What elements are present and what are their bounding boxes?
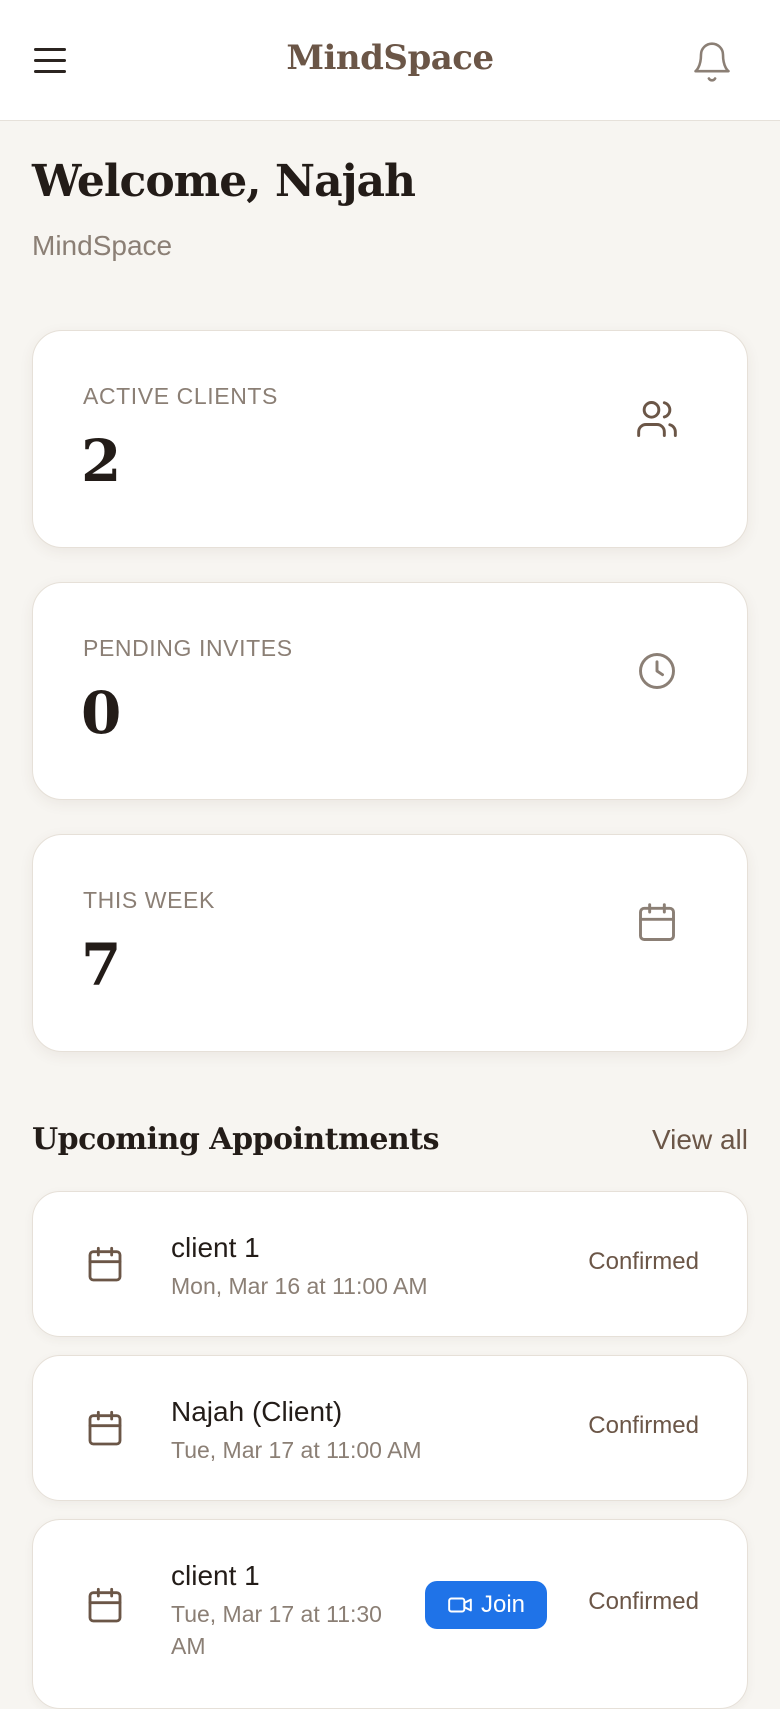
appointment-card[interactable]: client 1 Tue, Mar 17 at 11:30 AM Join Co… <box>32 1519 748 1709</box>
calendar-icon <box>88 1587 122 1623</box>
join-button-label: Join <box>480 1591 526 1618</box>
appointment-status: Confirmed <box>588 1248 699 1275</box>
stat-card-pending-invites[interactable]: PENDING INVITES 0 <box>32 582 748 800</box>
appointment-time: Tue, Mar 17 at 11:00 AM <box>171 1437 422 1463</box>
page-title: Welcome, Najah <box>32 156 416 207</box>
view-all-link[interactable]: View all <box>652 1124 748 1156</box>
stat-card-active-clients[interactable]: ACTIVE CLIENTS 2 <box>32 330 748 548</box>
stat-card-this-week[interactable]: THIS WEEK 7 <box>32 834 748 1052</box>
video-camera-icon <box>448 1597 472 1613</box>
appointment-client-name: Najah (Client) <box>171 1396 343 1427</box>
brand-logo: MindSpace <box>286 38 494 78</box>
users-icon <box>637 401 677 437</box>
calendar-icon <box>639 903 675 941</box>
appointment-card[interactable]: Najah (Client) Tue, Mar 17 at 11:00 AM C… <box>32 1355 748 1501</box>
section-title-appointments: Upcoming Appointments <box>32 1122 439 1157</box>
appointment-client-name: client 1 <box>171 1560 260 1591</box>
page-subtitle: MindSpace <box>32 230 173 261</box>
stat-value: 0 <box>81 679 122 747</box>
appointment-time-continued: AM <box>171 1633 206 1659</box>
top-app-bar: MindSpace <box>0 0 780 121</box>
calendar-icon <box>88 1410 122 1446</box>
appointment-status: Confirmed <box>588 1412 699 1439</box>
stat-label: PENDING INVITES <box>83 635 293 661</box>
clock-icon <box>639 653 675 689</box>
stat-value: 7 <box>81 931 122 999</box>
stat-label: ACTIVE CLIENTS <box>83 383 278 409</box>
appointment-status: Confirmed <box>588 1588 699 1615</box>
appointment-card[interactable]: client 1 Mon, Mar 16 at 11:00 AM Confirm… <box>32 1191 748 1337</box>
join-video-button[interactable]: Join <box>425 1581 547 1629</box>
stat-label: THIS WEEK <box>83 887 215 913</box>
stat-value: 2 <box>81 427 122 495</box>
bell-icon[interactable] <box>690 40 734 84</box>
appointment-time: Mon, Mar 16 at 11:00 AM <box>171 1273 428 1299</box>
appointment-time: Tue, Mar 17 at 11:30 <box>171 1601 382 1627</box>
appointment-client-name: client 1 <box>171 1232 260 1263</box>
calendar-icon <box>88 1246 122 1282</box>
